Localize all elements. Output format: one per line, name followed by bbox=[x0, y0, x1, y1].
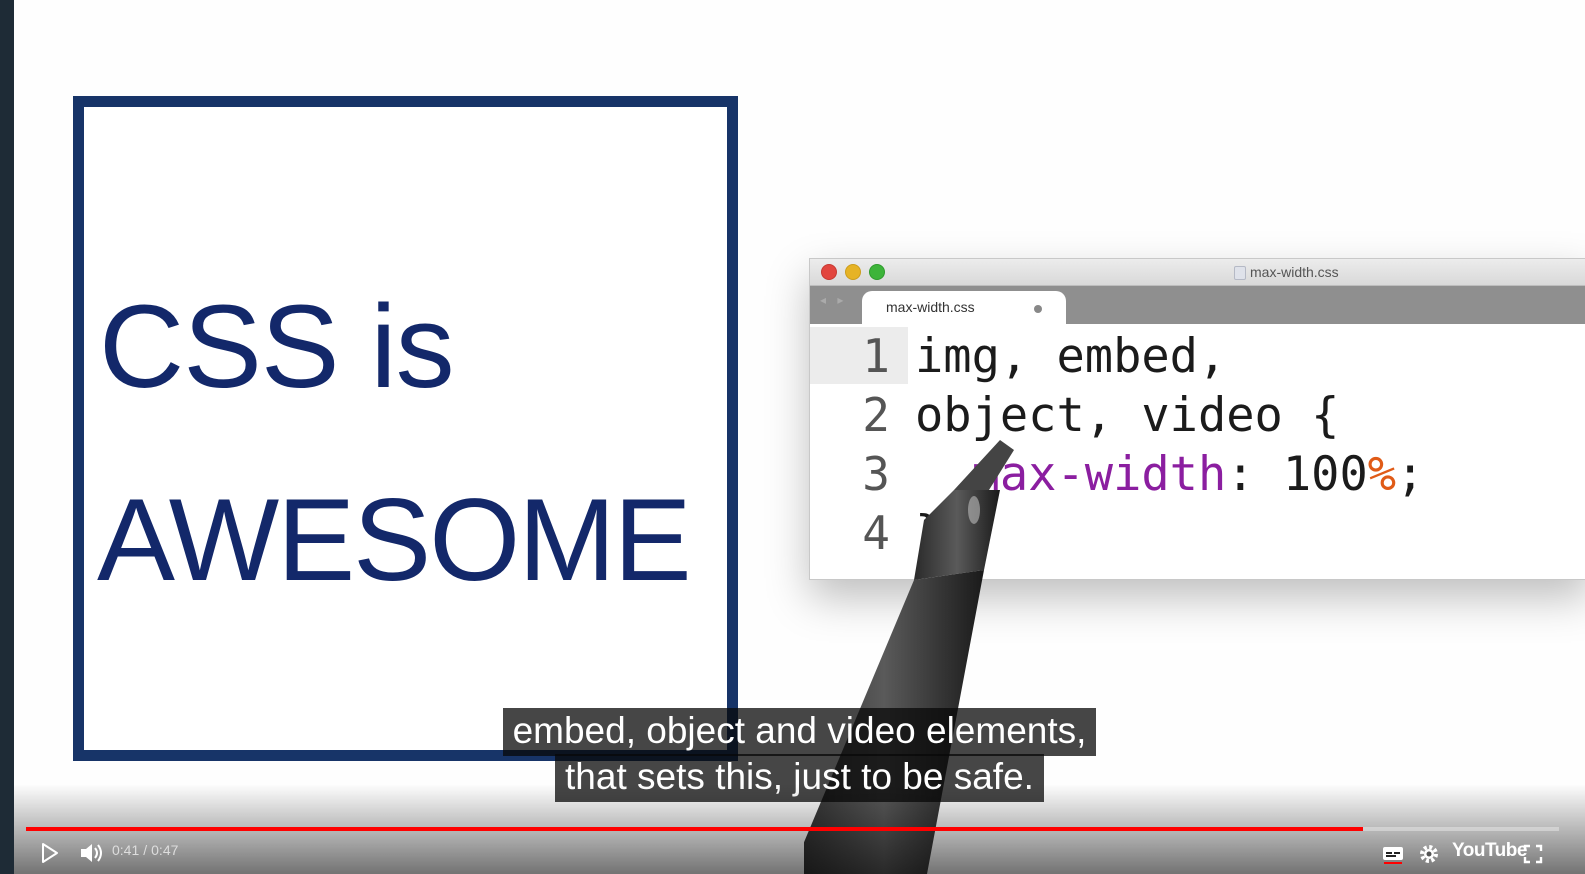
volume-button[interactable] bbox=[76, 838, 106, 868]
code-line-3: max-width: 100%; bbox=[915, 447, 1425, 502]
editor-tabbar: ◂ ▸ max-width.css bbox=[810, 286, 1585, 324]
code-line-2: object, video { bbox=[915, 388, 1340, 443]
gear-icon bbox=[1420, 845, 1438, 863]
play-icon bbox=[42, 843, 58, 863]
unsaved-dot-icon bbox=[1034, 305, 1042, 313]
current-time: 0:41 bbox=[112, 842, 140, 858]
caption-line-1: embed, object and video elements, bbox=[502, 708, 1097, 756]
css-unit: % bbox=[1367, 447, 1397, 502]
css-colon: : bbox=[1226, 447, 1283, 502]
editor-tab-label: max-width.css bbox=[886, 299, 975, 315]
css-awesome-box: CSS is AWESOME bbox=[73, 96, 738, 761]
window-close-dot bbox=[821, 264, 837, 280]
nav-arrows-icon: ◂ ▸ bbox=[820, 293, 848, 307]
controls-bar: 0:41/0:47 YouTube bbox=[14, 834, 1585, 874]
captions-button[interactable] bbox=[1379, 840, 1407, 868]
file-icon bbox=[1234, 266, 1246, 280]
window-maximize-dot bbox=[869, 264, 885, 280]
css-semicolon: ; bbox=[1396, 447, 1425, 502]
volume-icon bbox=[81, 844, 102, 862]
duration: 0:47 bbox=[151, 842, 179, 858]
line-number: 3 bbox=[862, 447, 890, 501]
window-minimize-dot bbox=[845, 264, 861, 280]
editor-titlebar: max-width.css bbox=[810, 259, 1585, 286]
progress-fill bbox=[26, 827, 1363, 831]
code-editor-window: max-width.css ◂ ▸ max-width.css 1 2 3 4 … bbox=[809, 258, 1585, 580]
settings-button[interactable] bbox=[1415, 840, 1443, 868]
code-line-4: } bbox=[915, 506, 944, 561]
line-number: 2 bbox=[862, 388, 890, 442]
awesome-text-line2: AWESOME bbox=[97, 474, 692, 605]
line-number: 1 bbox=[862, 329, 890, 383]
awesome-text-line1: CSS is bbox=[99, 281, 455, 413]
fullscreen-button[interactable] bbox=[1519, 840, 1547, 868]
captions-icon bbox=[1383, 847, 1403, 864]
line-number: 4 bbox=[862, 506, 890, 560]
fullscreen-icon bbox=[1523, 844, 1543, 864]
css-property: max-width bbox=[971, 447, 1227, 502]
time-separator: / bbox=[143, 842, 148, 858]
code-line-1: img, embed, bbox=[915, 329, 1227, 384]
editor-window-title: max-width.css bbox=[1250, 264, 1339, 280]
youtube-logo[interactable]: YouTube bbox=[1452, 840, 1527, 862]
video-player[interactable]: CSS is AWESOME max-width.css ◂ ▸ max-wid… bbox=[14, 0, 1585, 874]
time-display: 0:41/0:47 bbox=[112, 842, 178, 858]
play-button[interactable] bbox=[34, 838, 64, 868]
editor-tab: max-width.css bbox=[862, 291, 1066, 324]
video-frame[interactable]: CSS is AWESOME max-width.css ◂ ▸ max-wid… bbox=[14, 0, 1585, 874]
progress-bar[interactable] bbox=[26, 827, 1559, 831]
css-number: 100 bbox=[1282, 447, 1368, 502]
